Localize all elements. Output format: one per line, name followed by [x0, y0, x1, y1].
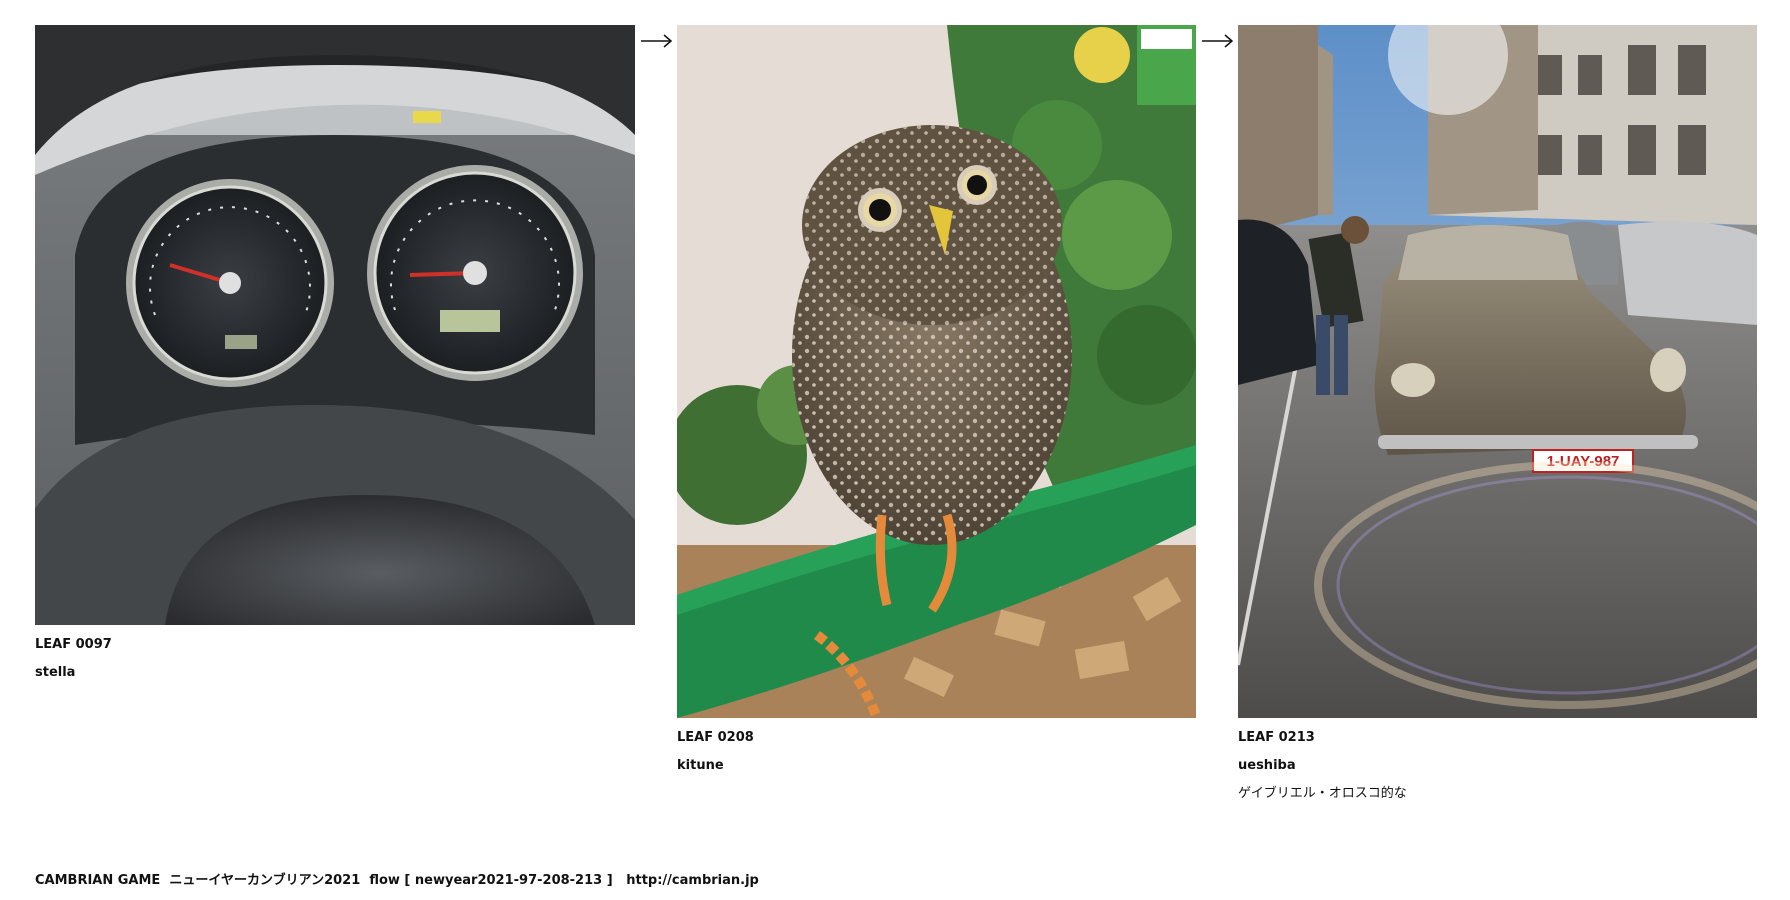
- footer-url-link[interactable]: http://cambrian.jp: [626, 873, 759, 888]
- vintage-car-street-photo[interactable]: 1-UAY-987: [1238, 25, 1757, 718]
- leaf-code[interactable]: LEAF 0097: [35, 637, 635, 653]
- arrow-right-icon: [641, 34, 673, 48]
- footer-brand[interactable]: CAMBRIAN GAME: [35, 873, 160, 888]
- leaf-author[interactable]: stella: [35, 665, 635, 681]
- leaf-card-0208: LEAF 0208 kitune: [677, 25, 1196, 774]
- footer: CAMBRIAN GAME ニューイヤーカンブリアン2021 flow [ ne…: [35, 869, 759, 888]
- leaf-note: ゲイブリエル・オロスコ的な: [1238, 786, 1407, 801]
- owl-illustration: [677, 25, 1196, 718]
- leaf-card-0097: LEAF 0097 stella: [35, 25, 635, 681]
- leaf-code[interactable]: LEAF 0213: [1238, 730, 1757, 746]
- owl-photo[interactable]: [677, 25, 1196, 718]
- footer-title: ニューイヤーカンブリアン2021: [169, 873, 361, 888]
- leaf-card-0213: 1-UAY-987 LEAF 0213 ueshiba ゲイブリエル・オロスコ的…: [1238, 25, 1757, 802]
- arrow-right-icon: [1202, 34, 1234, 48]
- leaf-author[interactable]: kitune: [677, 758, 1196, 774]
- car-dashboard-illustration: [35, 25, 635, 625]
- leaf-code[interactable]: LEAF 0208: [677, 730, 1196, 746]
- street-illustration: 1-UAY-987: [1238, 25, 1757, 718]
- car-dashboard-photo[interactable]: [35, 25, 635, 625]
- leaf-author[interactable]: ueshiba: [1238, 758, 1757, 774]
- footer-flow: flow [ newyear2021-97-208-213 ]: [369, 873, 613, 888]
